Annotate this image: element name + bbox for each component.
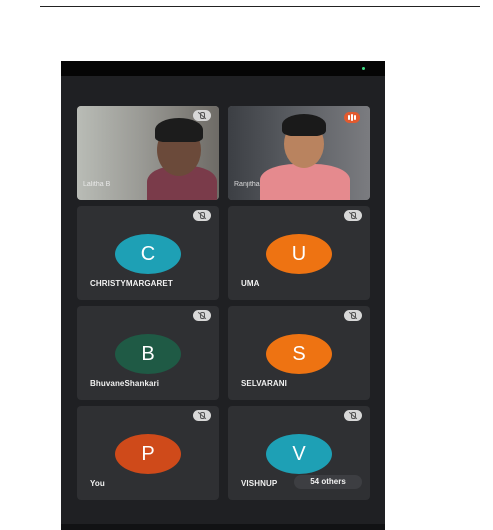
mic-muted-icon (344, 210, 362, 221)
others-count-chip[interactable]: 54 others (294, 475, 362, 489)
avatar: S (266, 334, 332, 374)
participant-name: CHRISTYMARGARET (90, 279, 173, 288)
participant-name: Lalitha B (83, 181, 111, 188)
participant-tile[interactable]: S SELVARANI (228, 306, 370, 400)
mic-muted-icon (193, 210, 211, 221)
status-bar (61, 61, 385, 76)
mic-muted-icon (344, 310, 362, 321)
status-indicator-icon (362, 67, 365, 70)
top-divider (40, 6, 480, 7)
bottom-bar (61, 524, 385, 530)
avatar: C (115, 234, 181, 274)
mic-muted-icon (344, 410, 362, 421)
participant-tile[interactable]: B BhuvaneShankari (77, 306, 219, 400)
participant-name: BhuvaneShankari (90, 379, 160, 388)
meeting-screen: Lalitha B Ranjitha C CHRISTYMARGARET U U… (61, 61, 385, 530)
participant-name: SELVARANI (241, 379, 287, 388)
video-tile[interactable]: Lalitha B (77, 106, 219, 200)
participant-name: VISHNUP (241, 479, 278, 488)
mic-muted-icon (193, 110, 211, 121)
participant-name: You (90, 479, 105, 488)
mic-muted-icon (193, 410, 211, 421)
avatar: B (115, 334, 181, 374)
avatar: P (115, 434, 181, 474)
video-tile[interactable]: Ranjitha (228, 106, 370, 200)
participant-name: UMA (241, 279, 260, 288)
audio-level-icon (344, 112, 360, 123)
avatar: U (266, 234, 332, 274)
avatar: V (266, 434, 332, 474)
mic-muted-icon (193, 310, 211, 321)
participant-name: Ranjitha (234, 181, 260, 188)
participant-tile[interactable]: U UMA (228, 206, 370, 300)
participant-tile[interactable]: P You (77, 406, 219, 500)
participant-tile[interactable]: C CHRISTYMARGARET (77, 206, 219, 300)
